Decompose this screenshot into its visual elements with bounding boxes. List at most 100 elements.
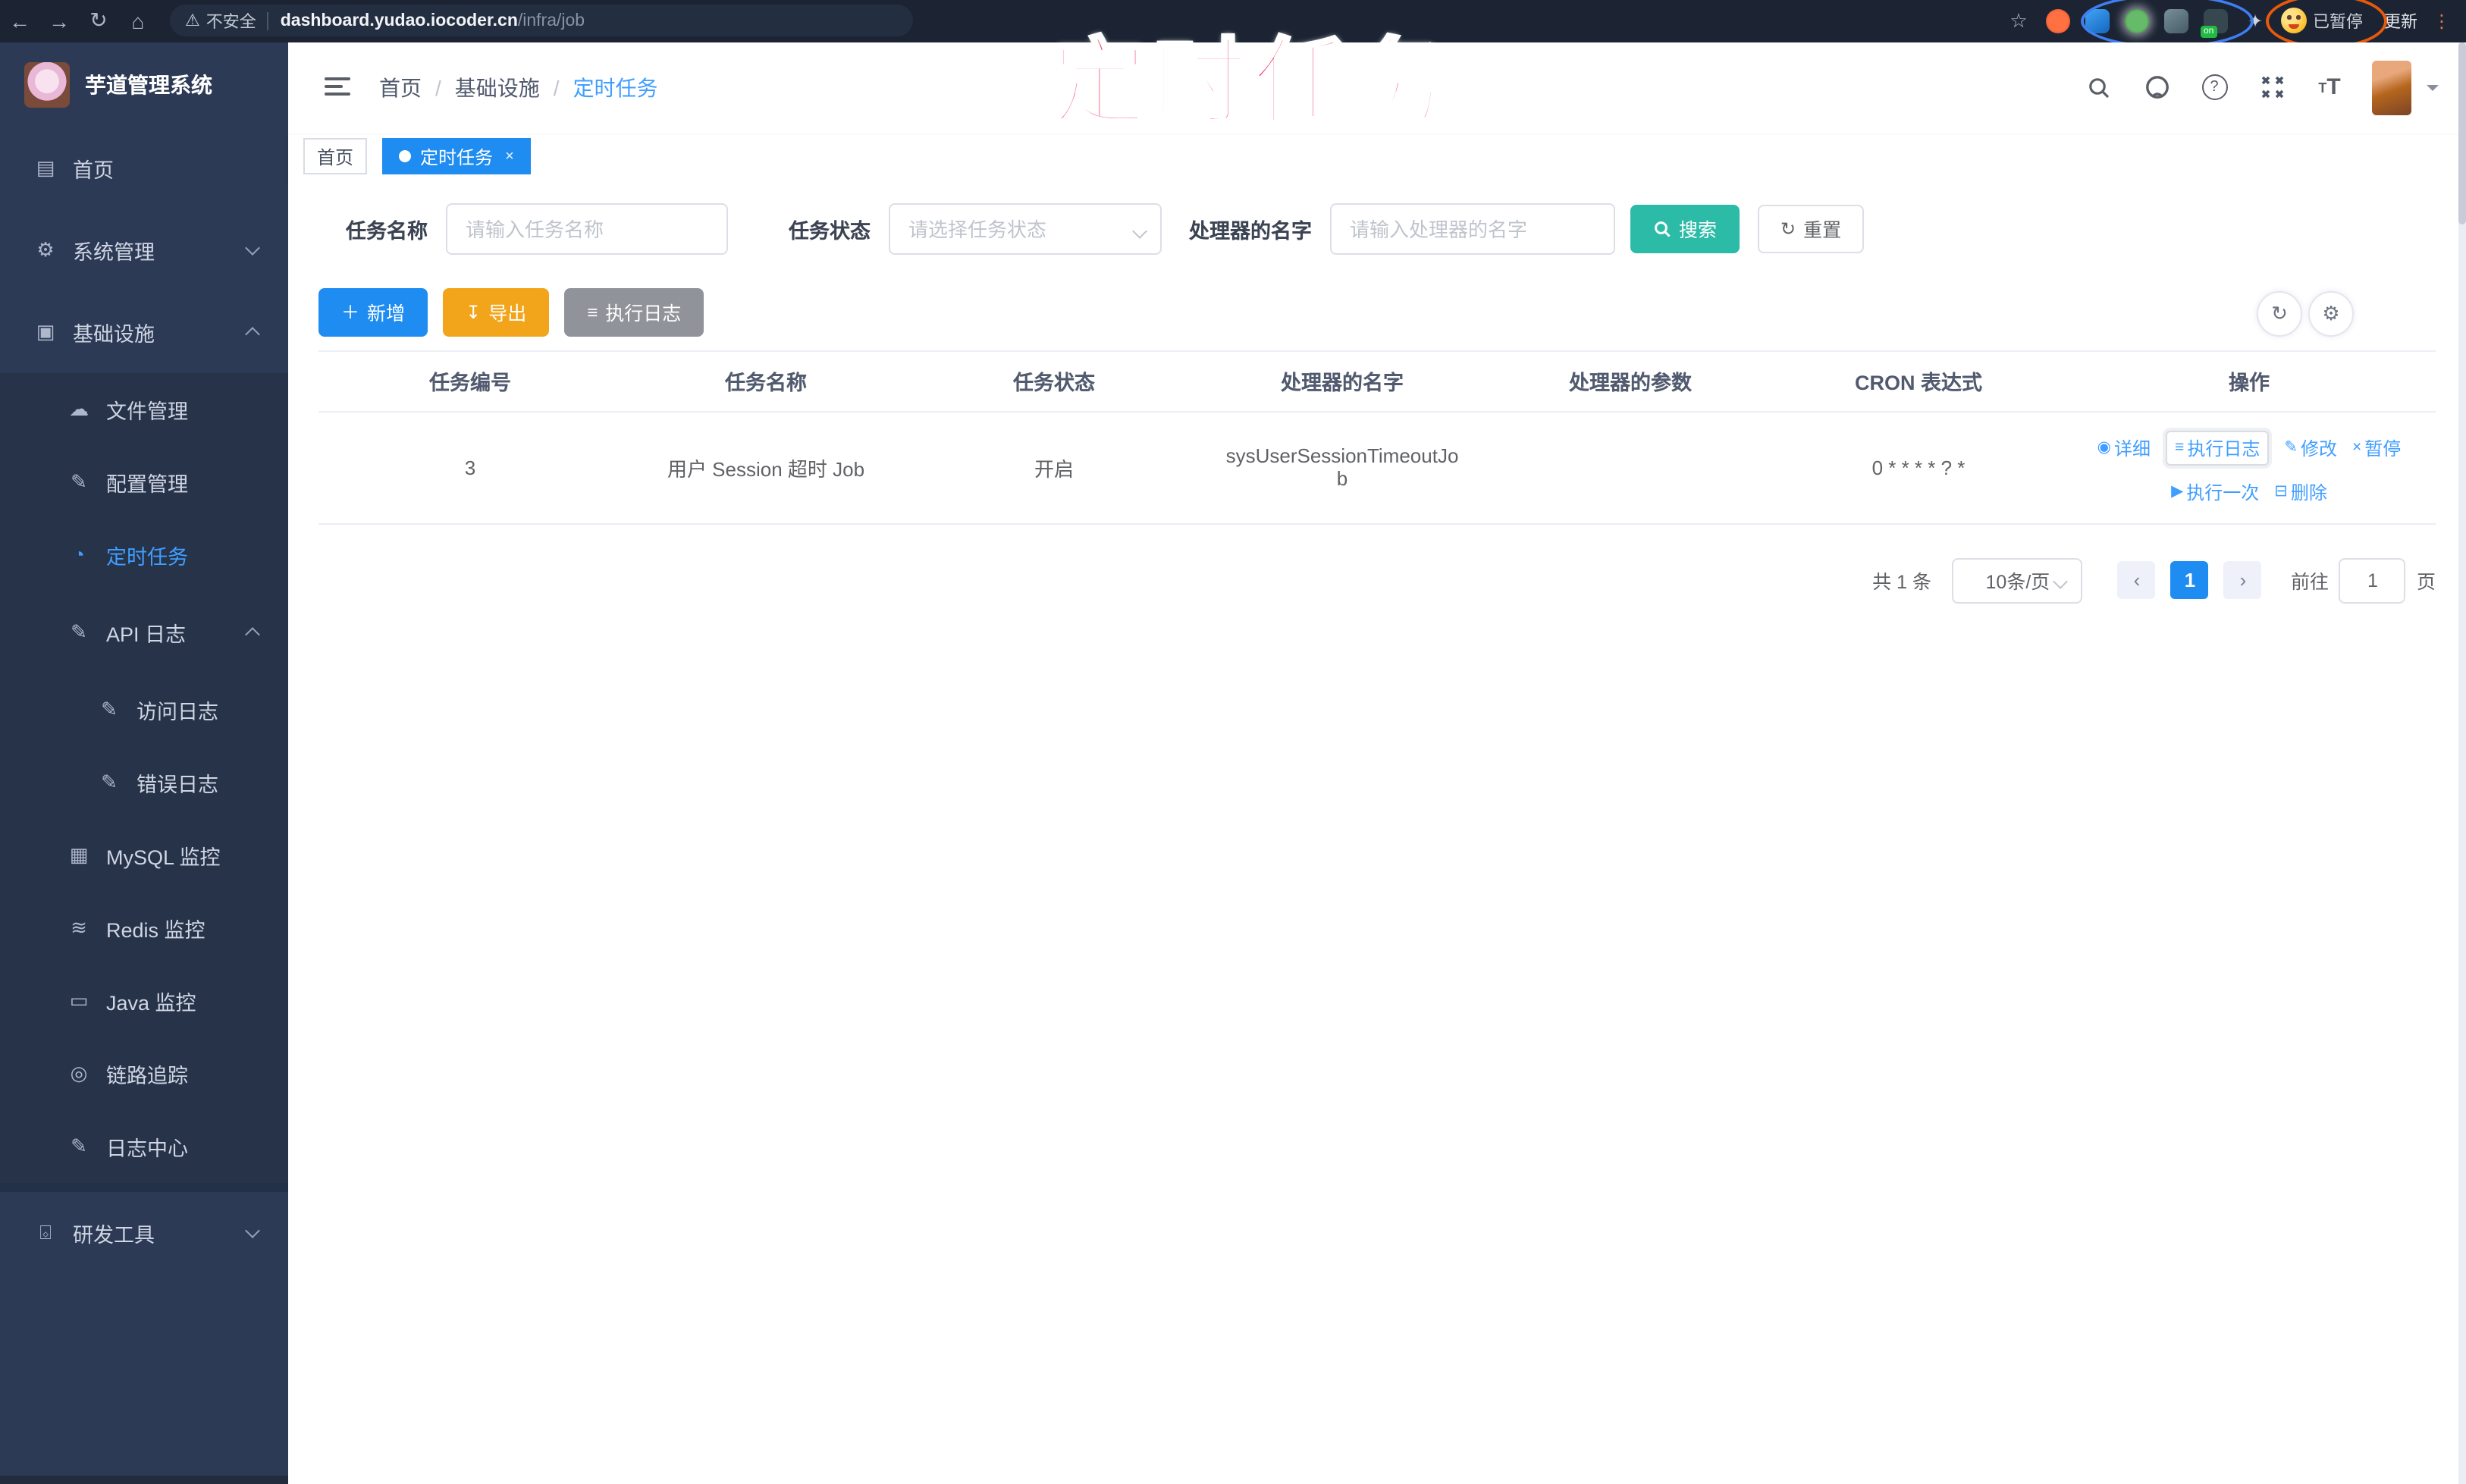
search-button[interactable]: 搜索 (1630, 204, 1740, 253)
row-execution-log-link[interactable]: ≡ 执行日志 (2166, 430, 2270, 465)
sidebar-item-trace[interactable]: ◎ 链路追踪 (0, 1037, 288, 1109)
log-icon: ✎ (71, 1134, 87, 1156)
security-label[interactable]: 不安全 (206, 9, 256, 33)
col-task-id: 任务编号 (429, 372, 511, 394)
task-status-select[interactable]: 请选择任务状态 (889, 202, 1162, 254)
browser-menu-icon[interactable]: ⋮ (2433, 11, 2451, 32)
fullscreen-icon[interactable] (2257, 72, 2287, 102)
execution-log-button[interactable]: ≡ 执行日志 (564, 287, 704, 336)
refresh-icon: ↻ (2271, 301, 2288, 324)
tag-label: 首页 (317, 146, 354, 168)
browser-scrollbar[interactable] (2458, 42, 2466, 1484)
sidebar-item-api-logs[interactable]: ✎ API 日志 (0, 591, 288, 673)
tag-home[interactable]: 首页 (303, 138, 368, 174)
sidebar-item-java-monitor[interactable]: ▭ Java 监控 (0, 964, 288, 1037)
edit-link[interactable]: ✎ 修改 (2284, 430, 2337, 465)
delete-link-label: 删除 (2290, 482, 2327, 503)
app-title: 芋道管理系统 (85, 72, 212, 96)
avatar-caret-icon[interactable] (2427, 84, 2439, 96)
table-refresh-button[interactable]: ↻ (2257, 290, 2302, 336)
export-button[interactable]: ↧ 导出 (443, 287, 550, 336)
browser-back-icon[interactable]: ← (0, 9, 39, 33)
row-actions: ◉ 详细 ≡ 执行日志 ✎ 修改 × 暂停 ▶ 执行一次 ⊟ 删除 (2063, 430, 2436, 504)
extension-icon[interactable] (2125, 8, 2149, 33)
font-size-icon[interactable]: TT (2314, 72, 2345, 102)
browser-home-icon[interactable]: ⌂ (118, 9, 158, 33)
search-icon[interactable] (2084, 72, 2114, 102)
log-icon: ✎ (101, 697, 118, 720)
col-actions: 操作 (2229, 372, 2270, 394)
sidebar-item-redis-monitor[interactable]: ≋ Redis 监控 (0, 891, 288, 964)
goto-page-input[interactable] (2339, 557, 2406, 603)
task-name-input[interactable]: 请输入任务名称 (446, 202, 728, 254)
prev-page-button[interactable]: ‹ (2117, 561, 2156, 599)
sidebar-item-dev-tools[interactable]: ⌺ 研发工具 (0, 1191, 288, 1273)
paused-label[interactable]: 已暂停 (2313, 9, 2363, 33)
next-page-button[interactable]: › (2223, 561, 2262, 599)
user-avatar[interactable] (2372, 60, 2411, 115)
pause-link-label: 暂停 (2364, 438, 2402, 459)
extension-icon[interactable] (2046, 8, 2070, 33)
sidebar: 芋道管理系统 ▤ 首页 ⚙ 系统管理 ▣ 基础设施 ☁ 文件管理 ✎ 配置管理 (0, 42, 288, 1484)
page-1-button[interactable]: 1 (2170, 561, 2209, 599)
address-bar[interactable]: ⚠ 不安全 dashboard.yudao.iocoder.cn /infra/… (170, 5, 913, 37)
table-toolbar: ＋ 新增 ↧ 导出 ≡ 执行日志 (318, 287, 704, 336)
browser-reload-icon[interactable]: ↻ (79, 8, 118, 34)
handler-name-input[interactable]: 请输入处理器的名字 (1330, 202, 1615, 254)
col-task-status: 任务状态 (1013, 372, 1095, 394)
page-size-select[interactable]: 10条/页 (1952, 557, 2083, 603)
browser-update-button[interactable]: 更新 (2384, 9, 2417, 33)
infrastructure-icon: ▣ (36, 319, 55, 342)
detail-link[interactable]: ◉ 详细 (2097, 430, 2151, 465)
briefcase-icon: ⌺ (39, 1220, 52, 1243)
navbar-actions: ? TT (2057, 60, 2439, 115)
pause-link[interactable]: × 暂停 (2352, 430, 2401, 465)
extension-icon[interactable] (2085, 8, 2110, 33)
extension-on-badge: on (2201, 25, 2217, 38)
extension-on-icon[interactable]: on (2201, 8, 2228, 38)
filter-form: 任务名称 请输入任务名称 任务状态 请选择任务状态 处理器的名字 请输入处理器的… (346, 202, 1865, 254)
add-button[interactable]: ＋ 新增 (318, 287, 428, 336)
sidebar-item-scheduled-tasks[interactable]: ◔ 定时任务 (0, 518, 288, 591)
sidebar-bottom-strip (0, 1475, 288, 1484)
delete-link[interactable]: ⊟ 删除 (2274, 478, 2327, 504)
sidebar-item-file-management[interactable]: ☁ 文件管理 (0, 372, 288, 445)
tag-label: 定时任务 (420, 146, 494, 168)
sidebar-item-system-management[interactable]: ⚙ 系统管理 (0, 209, 288, 290)
bookmark-star-icon[interactable]: ☆ (2006, 9, 2031, 33)
sidebar-item-access-logs[interactable]: ✎ 访问日志 (0, 673, 288, 745)
sidebar-item-error-logs[interactable]: ✎ 错误日志 (0, 745, 288, 818)
sidebar-item-label: API 日志 (106, 623, 187, 645)
reset-button-label: 重置 (1803, 220, 1842, 241)
extensions-puzzle-icon[interactable]: ✦ (2243, 9, 2267, 33)
tag-close-icon[interactable]: × (505, 148, 514, 165)
scrollbar-thumb[interactable] (2458, 42, 2466, 224)
app-logo-row[interactable]: 芋道管理系统 (0, 42, 288, 127)
pause-icon: × (2352, 438, 2362, 456)
sidebar-item-label: 访问日志 (136, 700, 218, 723)
sidebar-item-label: 首页 (73, 158, 114, 181)
breadcrumb-infrastructure[interactable]: 基础设施 (455, 72, 540, 102)
chevron-down-icon (245, 1222, 260, 1238)
table-settings-button[interactable]: ⚙ (2308, 290, 2354, 336)
reset-button[interactable]: ↻ 重置 (1758, 204, 1865, 253)
help-icon[interactable]: ? (2199, 72, 2229, 102)
sidebar-item-home[interactable]: ▤ 首页 (0, 127, 288, 209)
add-button-label: 新增 (367, 303, 406, 325)
sidebar-item-infrastructure[interactable]: ▣ 基础设施 (0, 290, 288, 372)
browser-forward-icon[interactable]: → (39, 9, 79, 33)
sidebar-collapse-icon[interactable] (325, 77, 350, 98)
emoji-extension-icon[interactable] (2281, 8, 2307, 34)
tag-scheduled-tasks[interactable]: 定时任务 × (382, 138, 531, 174)
gear-icon: ⚙ (36, 237, 55, 260)
sidebar-item-log-center[interactable]: ✎ 日志中心 (0, 1109, 288, 1182)
sidebar-item-mysql-monitor[interactable]: ▦ MySQL 监控 (0, 818, 288, 891)
run-once-link[interactable]: ▶ 执行一次 (2171, 478, 2259, 504)
refresh-icon: ↻ (1780, 218, 1796, 239)
extension-icon[interactable] (2164, 8, 2188, 33)
github-icon[interactable] (2141, 72, 2172, 102)
sidebar-item-config-management[interactable]: ✎ 配置管理 (0, 445, 288, 518)
breadcrumb-home[interactable]: 首页 (379, 72, 422, 102)
log-icon: ✎ (101, 770, 118, 792)
play-icon: ▶ (2171, 482, 2184, 500)
